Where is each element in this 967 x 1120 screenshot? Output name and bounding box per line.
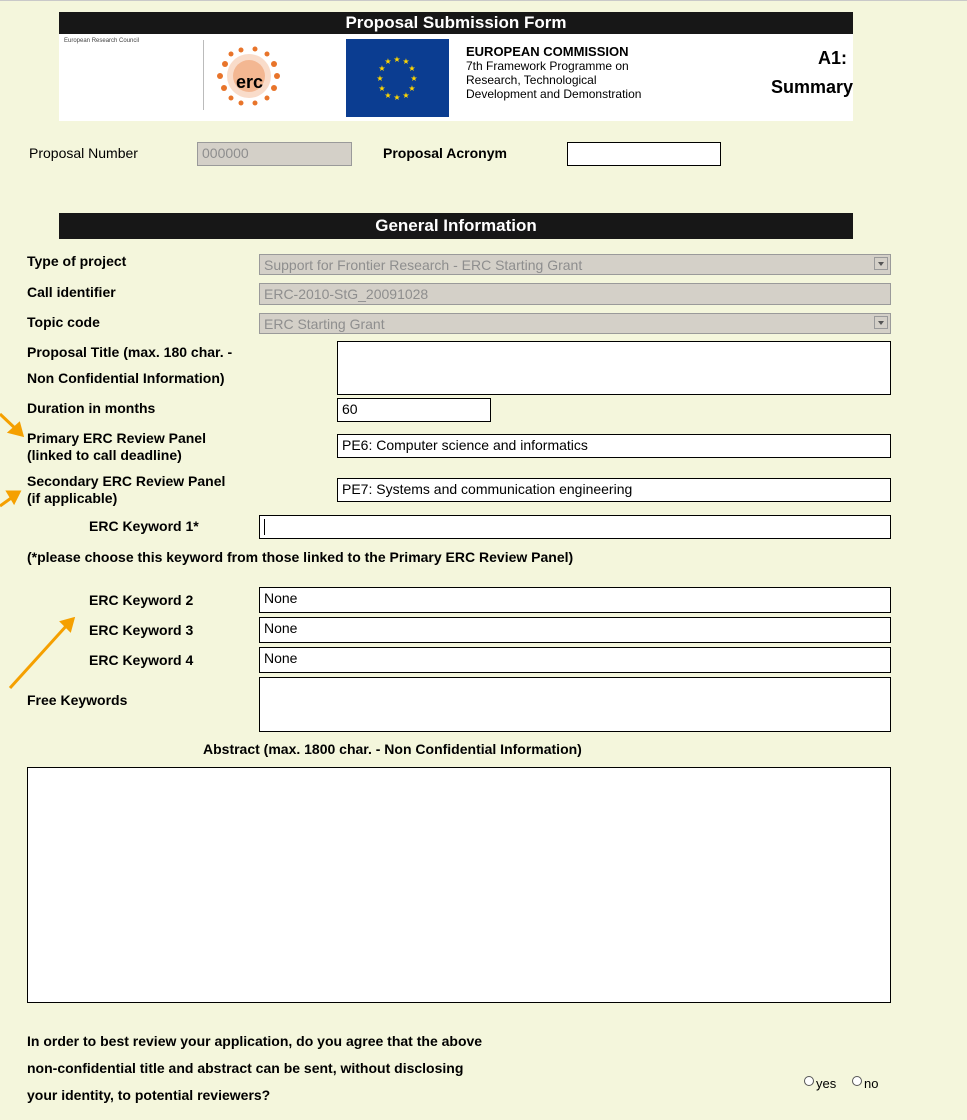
topic-code-select: ERC Starting Grant <box>259 313 891 334</box>
consent-question-line-2: non-confidential title and abstract can … <box>27 1060 464 1076</box>
keyword-2-field[interactable]: None <box>259 587 891 613</box>
header-logos: European Research Council erc ★ ★ ★ ★ ★ ★ ★ ★… <box>59 34 853 121</box>
abstract-field[interactable] <box>27 767 891 1003</box>
duration-field[interactable]: 60 <box>337 398 491 422</box>
proposal-acronym-label: Proposal Acronym <box>383 145 507 161</box>
top-border <box>0 0 967 1</box>
svg-text:★: ★ <box>408 64 415 73</box>
topic-code-value: ERC Starting Grant <box>264 316 385 332</box>
chevron-down-icon <box>874 316 888 329</box>
erc-logo-text: erc <box>236 72 264 92</box>
programme-line-2: Research, Technological <box>466 73 597 87</box>
svg-text:★: ★ <box>393 93 400 102</box>
proposal-title-field[interactable] <box>337 341 891 395</box>
general-info-bar: General Information <box>59 213 853 239</box>
consent-question-line-1: In order to best review your application… <box>27 1033 483 1049</box>
type-of-project-value: Support for Frontier Research - ERC Star… <box>264 257 583 273</box>
form-title-bar: Proposal Submission Form <box>59 12 853 34</box>
free-keywords-field[interactable] <box>259 677 891 732</box>
keyword-3-field[interactable]: None <box>259 617 891 643</box>
svg-text:★: ★ <box>410 74 417 83</box>
text-cursor <box>264 519 265 536</box>
primary-panel-field[interactable]: PE6: Computer science and informatics <box>337 434 891 458</box>
annotation-arrows <box>0 412 76 690</box>
consent-yes-label: yes <box>816 1076 837 1091</box>
proposal-number-field: 000000 <box>197 142 352 166</box>
keyword-4-field[interactable]: None <box>259 647 891 673</box>
proposal-acronym-field[interactable] <box>567 142 721 166</box>
section-code: A1: <box>817 48 847 68</box>
consent-question-line-3: your identity, to potential reviewers? <box>27 1087 271 1103</box>
consent-yes-radio[interactable] <box>804 1076 814 1086</box>
general-info-title: General Information <box>375 216 537 235</box>
form-title: Proposal Submission Form <box>345 13 567 32</box>
consent-no-radio[interactable] <box>852 1076 862 1086</box>
programme-line-1: 7th Framework Programme on <box>466 59 629 73</box>
type-of-project-select: Support for Frontier Research - ERC Star… <box>259 254 891 275</box>
abstract-label: Abstract (max. 1800 char. - Non Confiden… <box>203 741 582 757</box>
logo-divider <box>203 40 204 110</box>
svg-text:★: ★ <box>378 84 385 93</box>
section-name: Summary <box>770 77 853 97</box>
call-identifier-field: ERC-2010-StG_20091028 <box>259 283 891 305</box>
svg-text:★: ★ <box>393 55 400 64</box>
svg-text:★: ★ <box>384 57 391 66</box>
consent-no-label: no <box>864 1076 879 1091</box>
arrow-keywords-icon <box>8 622 70 690</box>
secondary-panel-field[interactable]: PE7: Systems and communication engineeri… <box>337 478 891 502</box>
eu-flag-icon: ★ ★★ ★★★ ★★★ ★★★ <box>346 39 449 117</box>
programme-line-3: Development and Demonstration <box>466 87 642 101</box>
svg-text:★: ★ <box>402 91 409 100</box>
chevron-down-icon <box>874 257 888 270</box>
commission-name: EUROPEAN COMMISSION <box>466 44 629 59</box>
keyword-1-field[interactable] <box>259 515 891 539</box>
svg-text:★: ★ <box>376 74 383 83</box>
